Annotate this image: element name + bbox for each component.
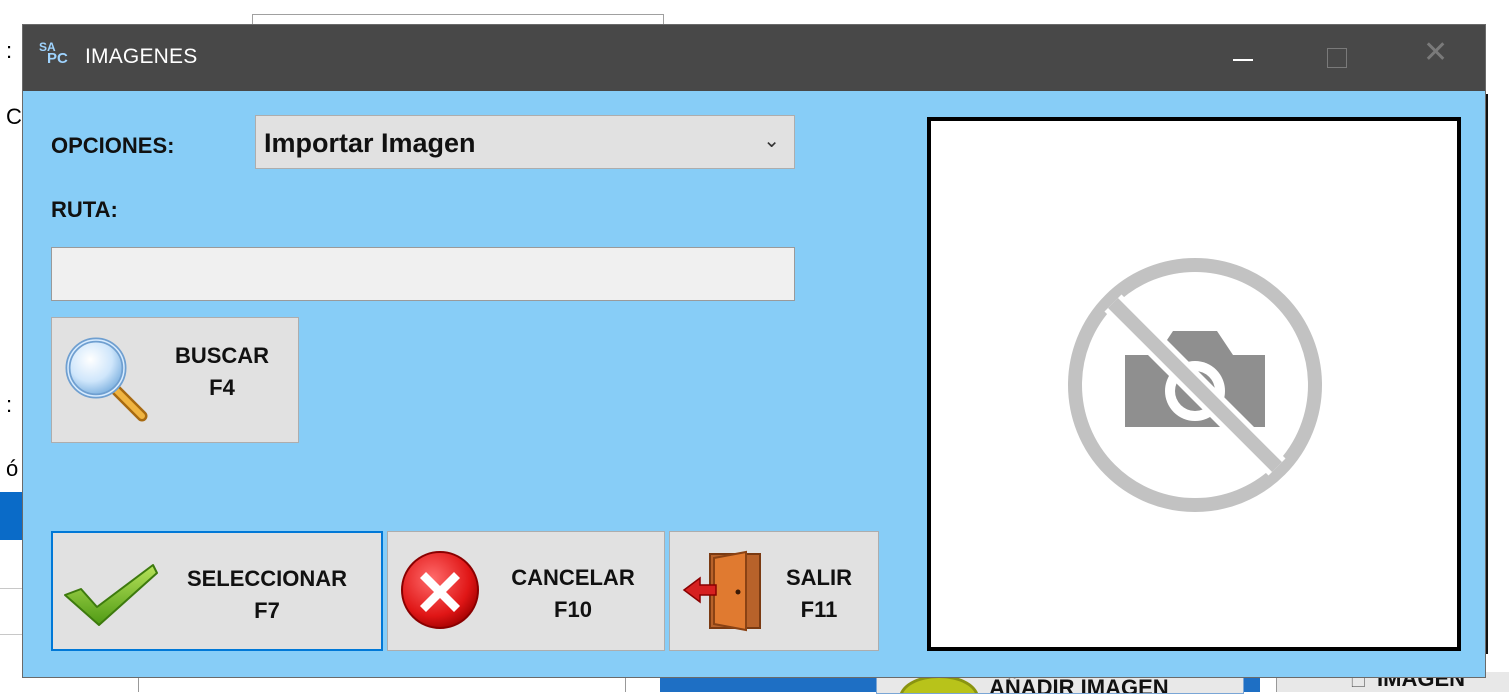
ruta-input[interactable] (51, 247, 795, 301)
seleccionar-button[interactable]: SELECCIONAR F7 (51, 531, 383, 651)
buscar-label: BUSCAR (174, 343, 270, 368)
app-logo-icon: SA PC (39, 40, 68, 67)
buscar-button[interactable]: BUSCAR F4 (51, 317, 299, 443)
salir-label: SALIR (786, 565, 852, 590)
cancel-x-icon (401, 551, 479, 629)
seleccionar-text: SELECCIONAR F7 (157, 563, 377, 627)
background-label-fragment: : (6, 392, 13, 417)
opciones-label: OPCIONES: (51, 133, 175, 158)
background-label-fragment: C (6, 104, 22, 129)
minimize-button[interactable] (1195, 25, 1291, 91)
ruta-label: RUTA: (51, 197, 118, 222)
buscar-shortcut: F4 (209, 375, 235, 400)
background-label-fragment: : (6, 38, 13, 63)
minimize-icon (1233, 59, 1253, 61)
background-label-fragment: ó (6, 456, 19, 481)
cancelar-label: CANCELAR (511, 565, 635, 590)
magnifier-icon (65, 337, 148, 422)
maximize-button[interactable] (1287, 25, 1383, 91)
close-button[interactable]: ✕ (1389, 25, 1485, 91)
imagenes-dialog: SA PC IMAGENES ✕ OPCIONES: Importar Image… (22, 24, 1486, 678)
salir-button[interactable]: SALIR F11 (669, 531, 879, 651)
close-icon: ✕ (1423, 35, 1449, 70)
exit-door-icon (682, 550, 761, 632)
background-selected-row (0, 492, 22, 540)
seleccionar-shortcut: F7 (254, 598, 280, 623)
window-title: IMAGENES (85, 45, 198, 68)
image-preview (927, 117, 1461, 651)
maximize-icon (1327, 48, 1347, 68)
buscar-text: BUSCAR F4 (148, 340, 296, 404)
cancelar-shortcut: F10 (554, 597, 592, 622)
cancelar-button[interactable]: CANCELAR F10 (387, 531, 665, 651)
background-panel (1486, 94, 1509, 654)
chevron-down-icon: ⌄ (763, 128, 780, 152)
opciones-selected-value: Importar Imagen (264, 128, 476, 158)
seleccionar-label: SELECCIONAR (186, 566, 348, 591)
cancelar-text: CANCELAR F10 (484, 562, 662, 626)
opciones-dropdown[interactable]: Importar Imagen ⌄ (255, 115, 795, 169)
title-bar[interactable]: SA PC IMAGENES ✕ (23, 25, 1485, 91)
salir-shortcut: F11 (800, 597, 838, 622)
background-row-divider (0, 634, 22, 635)
background-row-divider (0, 588, 22, 589)
checkmark-icon (64, 564, 158, 626)
no-camera-icon (1068, 258, 1322, 512)
salir-text: SALIR F11 (766, 562, 872, 626)
